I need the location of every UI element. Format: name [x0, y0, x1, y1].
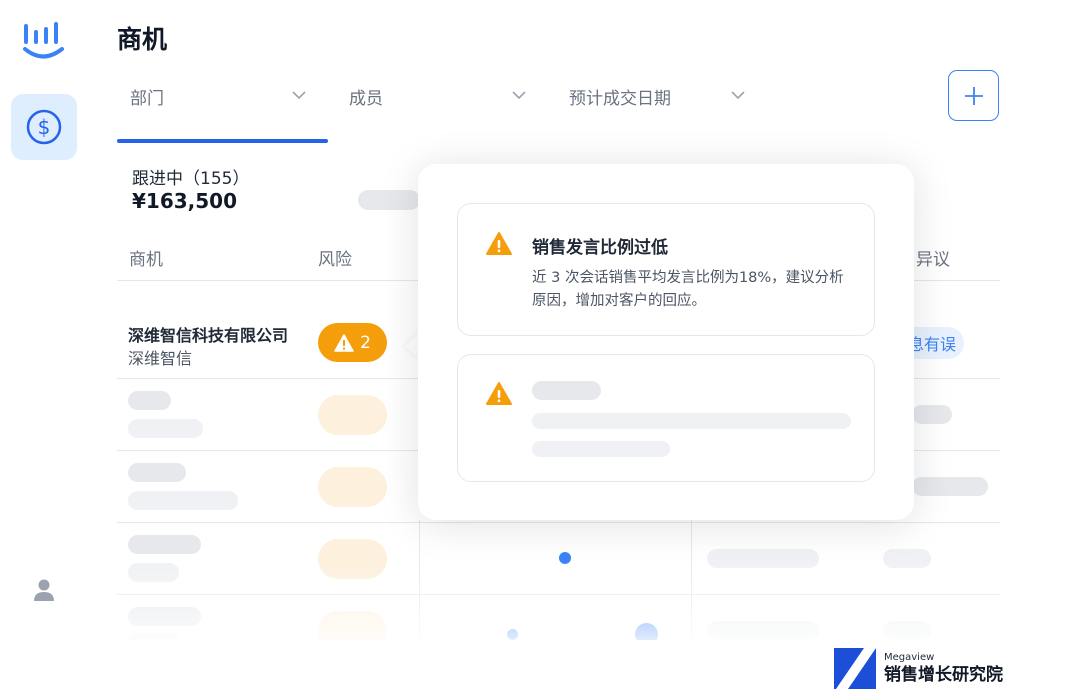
risk-description: 近 3 次会话销售平均发言比例为18%，建议分析原因，增加对客户的回应。 — [532, 270, 844, 309]
risk-title: 销售发言比例过低 — [532, 238, 668, 258]
column-header-objection: 异议 — [916, 250, 950, 270]
skeleton-bar — [912, 405, 952, 424]
bottom-fade — [90, 560, 1080, 640]
brand-logo-icon — [834, 648, 876, 689]
summary-amount: ¥163,500 — [132, 189, 238, 213]
risk-card-placeholder[interactable] — [457, 354, 875, 482]
skeleton-bar — [912, 477, 988, 496]
skeleton-badge — [318, 467, 387, 507]
add-button[interactable] — [948, 70, 999, 121]
filter-label: 部门 — [130, 88, 164, 109]
risk-badge[interactable]: 2 — [318, 323, 387, 362]
warning-triangle-icon — [486, 232, 512, 255]
dollar-circle-icon: $ — [26, 109, 62, 145]
page-title: 商机 — [117, 25, 168, 54]
filter-label: 成员 — [349, 88, 383, 109]
risk-card[interactable]: 销售发言比例过低 近 3 次会话销售平均发言比例为18%，建议分析原因，增加对客… — [457, 203, 875, 336]
skeleton-bar — [128, 491, 238, 510]
chevron-down-icon — [512, 91, 526, 100]
user-icon[interactable] — [33, 578, 55, 606]
column-header-deal: 商机 — [129, 250, 163, 270]
chevron-down-icon — [292, 91, 306, 100]
skeleton-bar — [128, 419, 203, 438]
brand-cn: 销售增长研究院 — [884, 664, 1003, 685]
skeleton-bar — [128, 463, 186, 482]
popover-pointer — [405, 333, 419, 359]
active-tab-indicator — [117, 139, 328, 143]
skeleton-bar — [532, 381, 601, 400]
skeleton-badge — [318, 395, 387, 435]
skeleton-bar — [128, 535, 201, 554]
plus-icon — [964, 86, 983, 105]
divider — [117, 522, 1000, 523]
app-logo-icon[interactable] — [22, 18, 68, 64]
filter-department[interactable]: 部门 — [130, 84, 308, 109]
summary-label: 跟进中（155） — [132, 169, 250, 189]
svg-text:$: $ — [38, 115, 51, 139]
warning-triangle-icon — [334, 333, 354, 352]
column-header-risk: 风险 — [318, 250, 352, 270]
filter-expected-close-date[interactable]: 预计成交日期 — [569, 84, 749, 109]
skeleton-bar — [532, 441, 670, 457]
left-rail: $ — [0, 0, 90, 695]
filter-member[interactable]: 成员 — [349, 84, 527, 109]
risk-popover: 销售发言比例过低 近 3 次会话销售平均发言比例为18%，建议分析原因，增加对客… — [418, 164, 914, 520]
chevron-down-icon — [731, 91, 745, 100]
brand-en: Megaview — [884, 651, 935, 663]
company-name: 深维智信科技有限公司 — [128, 326, 289, 345]
placeholder-tab — [358, 190, 420, 210]
brand-footer: Megaview 销售增长研究院 — [834, 648, 1003, 689]
company-short-name: 深维智信 — [128, 349, 193, 368]
filter-label: 预计成交日期 — [569, 88, 671, 109]
nav-item-deals[interactable]: $ — [11, 94, 77, 160]
skeleton-bar — [532, 413, 851, 429]
risk-count: 2 — [360, 332, 371, 353]
skeleton-bar — [128, 391, 171, 410]
warning-triangle-icon — [486, 382, 512, 405]
